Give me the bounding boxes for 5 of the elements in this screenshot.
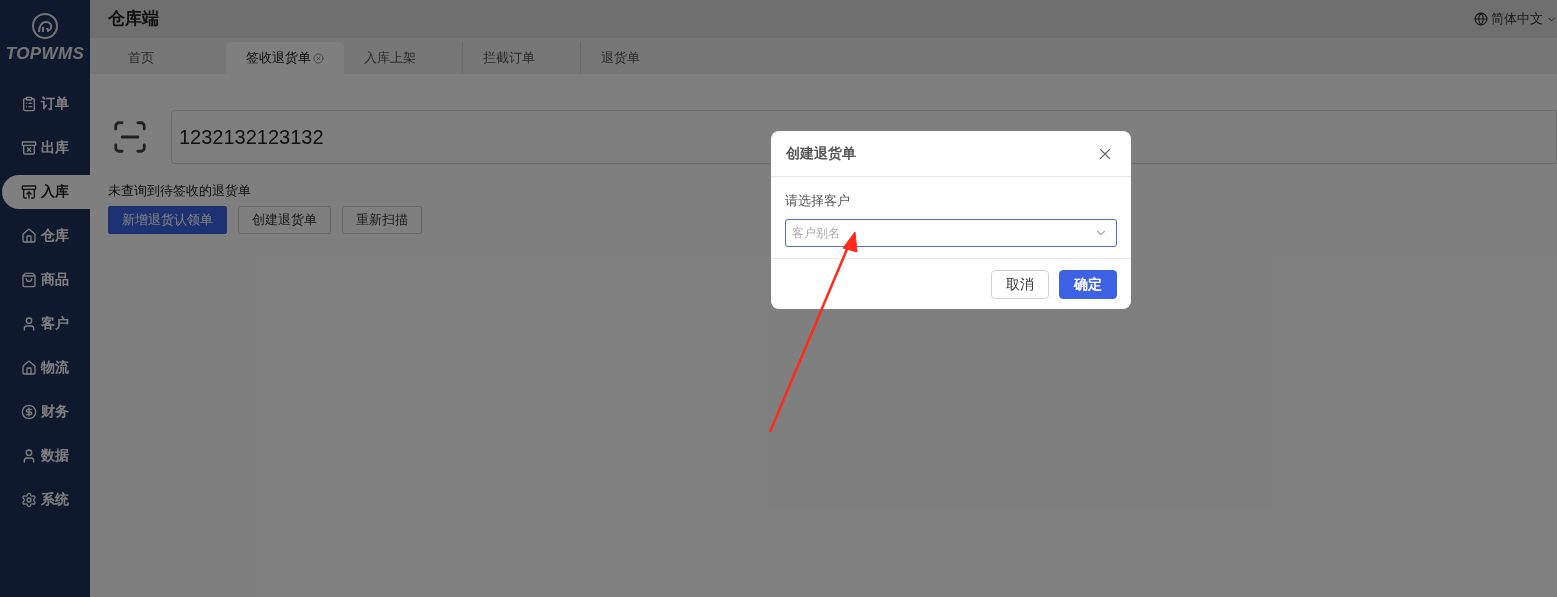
app-title: 仓库端 <box>108 8 159 31</box>
logo-text: TOPWMS <box>5 43 85 65</box>
field-label: 请选择客户 <box>785 192 851 210</box>
dialog-title: 创建退货单 <box>786 144 856 163</box>
status-message: 未查询到待签收的退货单 <box>108 182 251 200</box>
